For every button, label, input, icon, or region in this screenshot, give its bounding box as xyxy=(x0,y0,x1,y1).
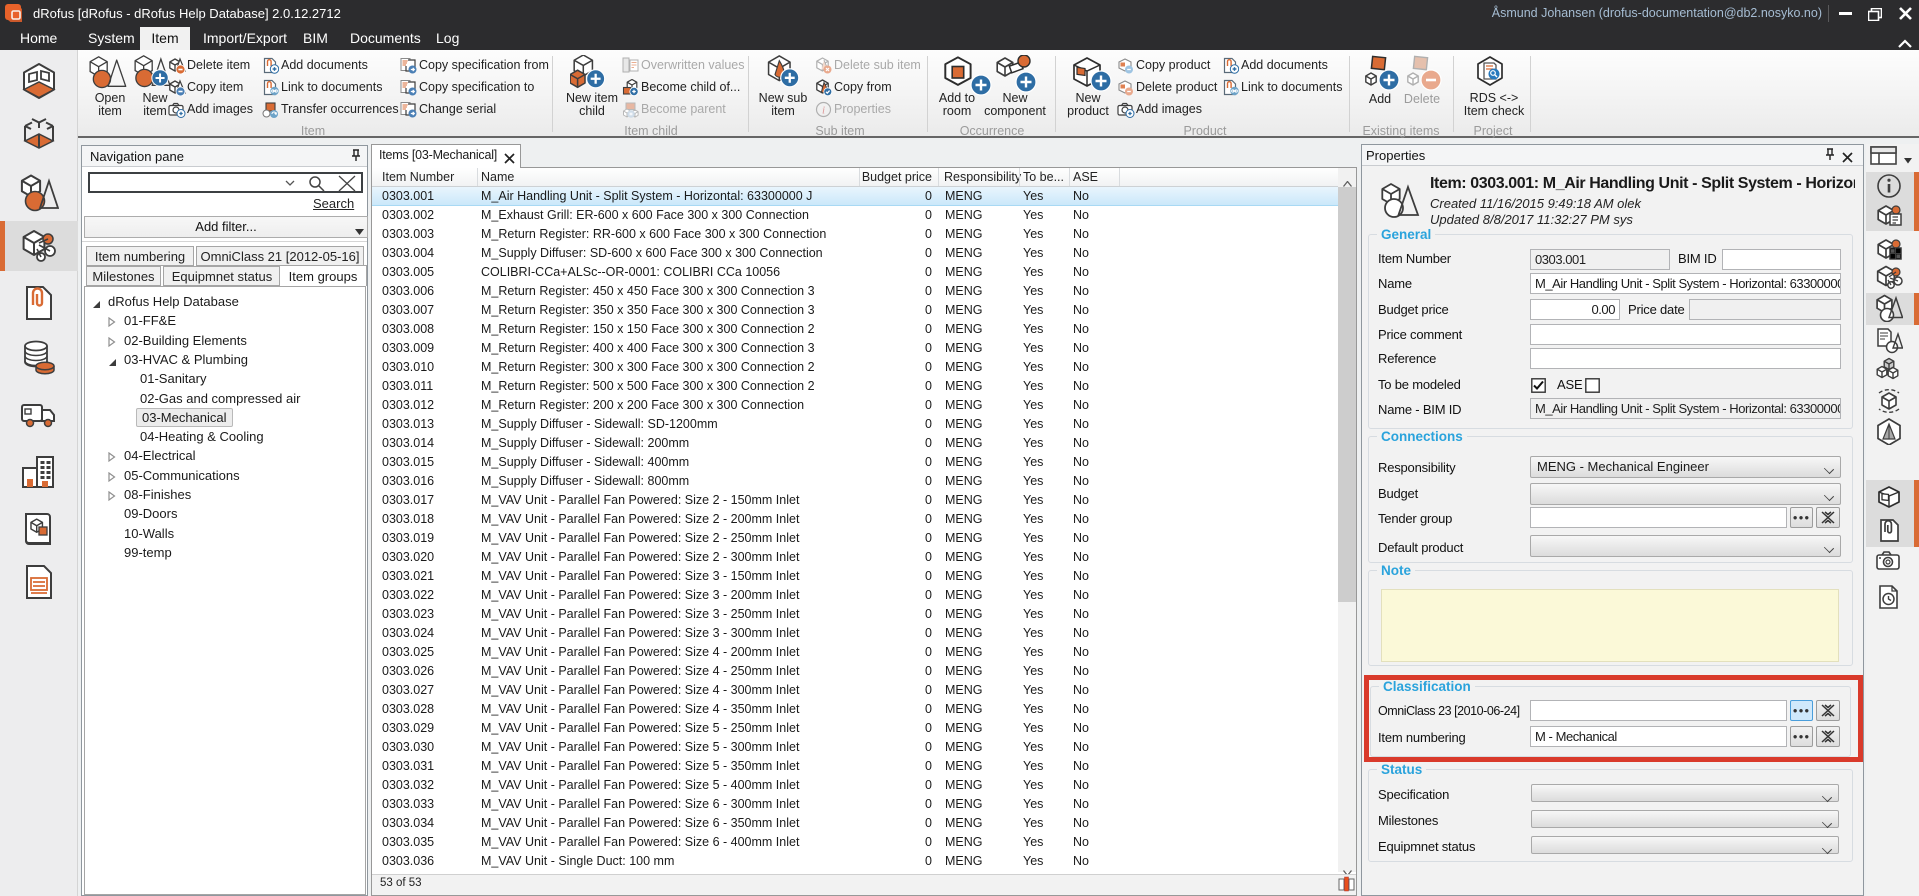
svg-text:i: i xyxy=(822,105,825,117)
